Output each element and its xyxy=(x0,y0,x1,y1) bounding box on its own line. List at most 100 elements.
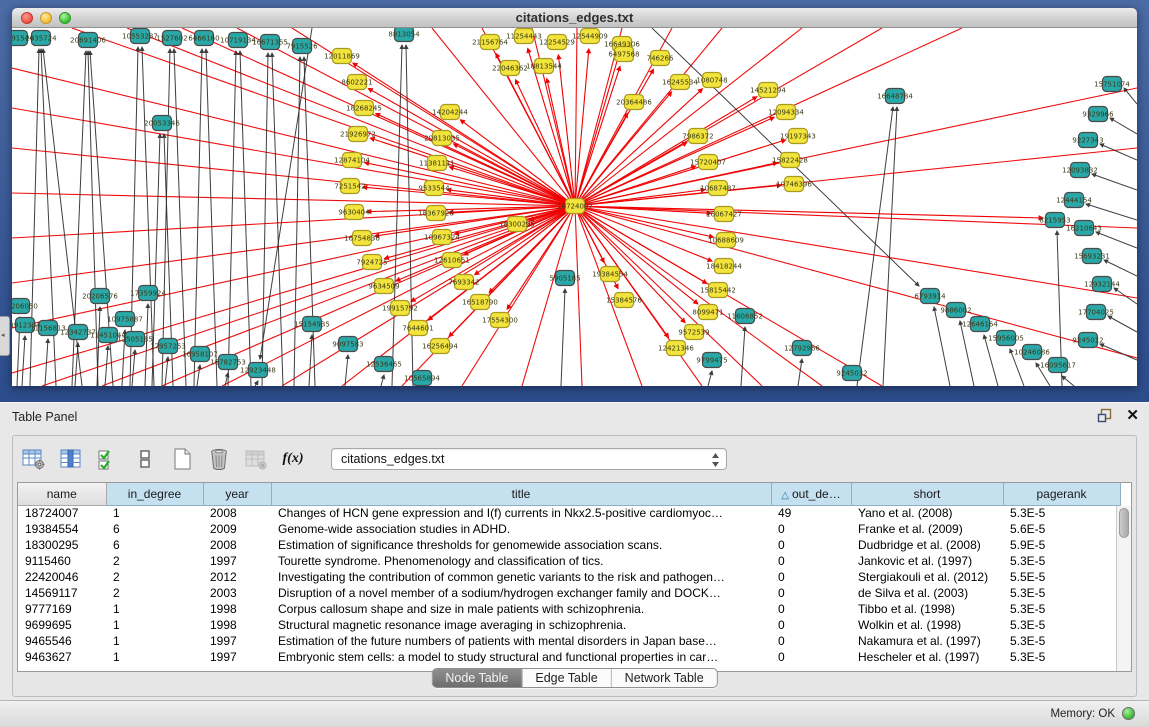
graph-node-label: 15822428 xyxy=(772,157,808,165)
table-cell: 9777169 xyxy=(18,601,106,617)
graph-node-label: 12874104 xyxy=(334,157,370,165)
black-edge xyxy=(22,336,25,386)
graph-node-label: 12932144 xyxy=(1084,281,1120,289)
table-cell: de Silva et al. (2003) xyxy=(851,585,1003,601)
red-edge xyxy=(575,206,1137,358)
graph-node-label: 9634509 xyxy=(368,283,399,291)
table-row[interactable]: 1456911722003Disruption of a novel membe… xyxy=(18,585,1120,601)
black-edge xyxy=(857,107,893,386)
table-cell: Estimation of significance thresholds fo… xyxy=(271,537,771,553)
graph-node-label: 10687487 xyxy=(700,185,736,193)
table-scrollbar-thumb[interactable] xyxy=(1119,508,1129,538)
graph-node-label: 9799475 xyxy=(696,357,727,365)
close-panel-icon[interactable]: ✕ xyxy=(1126,409,1139,423)
table-cell: 2012 xyxy=(203,569,271,585)
dropdown-arrows-icon xyxy=(711,452,720,474)
black-edge xyxy=(262,53,268,386)
black-edge xyxy=(1110,118,1137,134)
table-cell: 1 xyxy=(106,601,203,617)
red-edge xyxy=(42,206,575,386)
table-row[interactable]: 911546021997Tourette syndrome. Phenomeno… xyxy=(18,553,1120,569)
table-cell: 2 xyxy=(106,569,203,585)
graph-node-label: 10565894 xyxy=(404,375,440,383)
column-header-title[interactable]: title xyxy=(271,483,771,505)
table-row[interactable]: 969969511998Structural magnetic resonanc… xyxy=(18,617,1120,633)
graph-node-label: 10246086 xyxy=(1014,349,1050,357)
rows-icon[interactable] xyxy=(132,446,158,472)
graph-node-label: 19384554 xyxy=(592,271,628,279)
collapsed-panel-handle[interactable] xyxy=(0,316,10,356)
black-edge xyxy=(381,375,384,386)
function-builder-icon[interactable]: f(x) xyxy=(280,446,306,472)
red-edge xyxy=(575,206,1043,218)
network-canvas[interactable]: 1872400712011869860222118268245219269721… xyxy=(12,28,1137,386)
graph-node-label: 12421346 xyxy=(658,345,694,353)
black-edge xyxy=(708,371,712,386)
memory-status-indicator[interactable] xyxy=(1122,707,1135,720)
float-panel-icon[interactable] xyxy=(1097,408,1112,423)
graph-node-label: 17704025 xyxy=(1078,309,1114,317)
graph-node-label: 10967324 xyxy=(424,234,460,242)
red-edge xyxy=(102,206,575,386)
table-cell: 5.3E-5 xyxy=(1003,649,1120,665)
table-cell: 0 xyxy=(771,617,851,633)
graph-node-label: 25206050 xyxy=(12,303,38,311)
black-edge xyxy=(1104,260,1137,276)
column-header-name[interactable]: name xyxy=(18,483,106,505)
select-columns-icon[interactable] xyxy=(95,446,121,472)
graph-node-label: 20364486 xyxy=(616,99,652,107)
column-header-out_de[interactable]: △out_de… xyxy=(771,483,851,505)
graph-node-label: 7644601 xyxy=(402,325,433,333)
table-cell: 1997 xyxy=(203,553,271,569)
table-selector-dropdown[interactable]: citations_edges.txt xyxy=(331,448,727,470)
new-table-icon[interactable] xyxy=(169,446,195,472)
table-cell: 49 xyxy=(771,505,851,521)
black-edge xyxy=(1100,144,1137,160)
table-row[interactable]: 2242004622012Investigating the contribut… xyxy=(18,569,1120,585)
graph-node-label: 15384576 xyxy=(606,297,642,305)
graph-node-label: 21156764 xyxy=(472,39,508,47)
graph-node-label: 12923448 xyxy=(240,367,276,375)
table-cell: 5.9E-5 xyxy=(1003,537,1120,553)
tab-network-table[interactable]: Network Table xyxy=(611,669,717,687)
tab-node-table[interactable]: Node Table xyxy=(432,669,521,687)
tab-edge-table[interactable]: Edge Table xyxy=(521,669,610,687)
column-header-short[interactable]: short xyxy=(851,483,1003,505)
show-columns-icon[interactable] xyxy=(58,446,84,472)
graph-node-label: 10688609 xyxy=(708,237,744,245)
table-scrollbar[interactable] xyxy=(1116,506,1131,671)
table-row[interactable]: 946554611997Estimation of the future num… xyxy=(18,633,1120,649)
column-header-in_degree[interactable]: in_degree xyxy=(106,483,203,505)
column-settings-icon[interactable] xyxy=(21,446,47,472)
black-edge xyxy=(206,49,217,386)
table-cell: Estimation of the future numbers of pati… xyxy=(271,633,771,649)
graph-node-label: 21926972 xyxy=(340,131,376,139)
black-edge xyxy=(255,381,258,386)
delete-table-icon[interactable] xyxy=(206,446,232,472)
red-edge xyxy=(575,117,774,206)
graph-node-label: 15693231 xyxy=(1074,253,1110,261)
table-row[interactable]: 946362711997Embryonic stem cells: a mode… xyxy=(18,649,1120,665)
graph-node-label: 18367920 xyxy=(418,210,454,218)
graph-node-label: 20691406 xyxy=(70,37,106,45)
graph-node-label: 17957253 xyxy=(150,343,186,351)
graph-node-label: 9886002 xyxy=(940,307,971,315)
graph-node-label: 15751074 xyxy=(1094,81,1130,89)
window-titlebar[interactable]: citations_edges.txt xyxy=(12,8,1137,28)
graph-node-label: 8099471 xyxy=(692,309,723,317)
graph-node-label: 11381111 xyxy=(419,160,455,168)
column-header-year[interactable]: year xyxy=(203,483,271,505)
table-cell: 2008 xyxy=(203,537,271,553)
graph-node-label: 12093832 xyxy=(1062,167,1098,175)
table-cell: 0 xyxy=(771,569,851,585)
graph-node-label: 12792966 xyxy=(784,345,820,353)
graph-node-label: 12505185 xyxy=(117,336,153,344)
red-edge xyxy=(376,113,575,206)
table-row[interactable]: 1938455462009Genome-wide association stu… xyxy=(18,521,1120,537)
table-row[interactable]: 1830029562008Estimation of significance … xyxy=(18,537,1120,553)
column-header-pagerank[interactable]: pagerank xyxy=(1003,483,1120,505)
table-cell: Structural magnetic resonance image aver… xyxy=(271,617,771,633)
table-row[interactable]: 1872400712008Changes of HCN gene express… xyxy=(18,505,1120,521)
table-row[interactable]: 977716911998Corpus callosum shape and si… xyxy=(18,601,1120,617)
graph-node-label: 16067427 xyxy=(706,211,742,219)
